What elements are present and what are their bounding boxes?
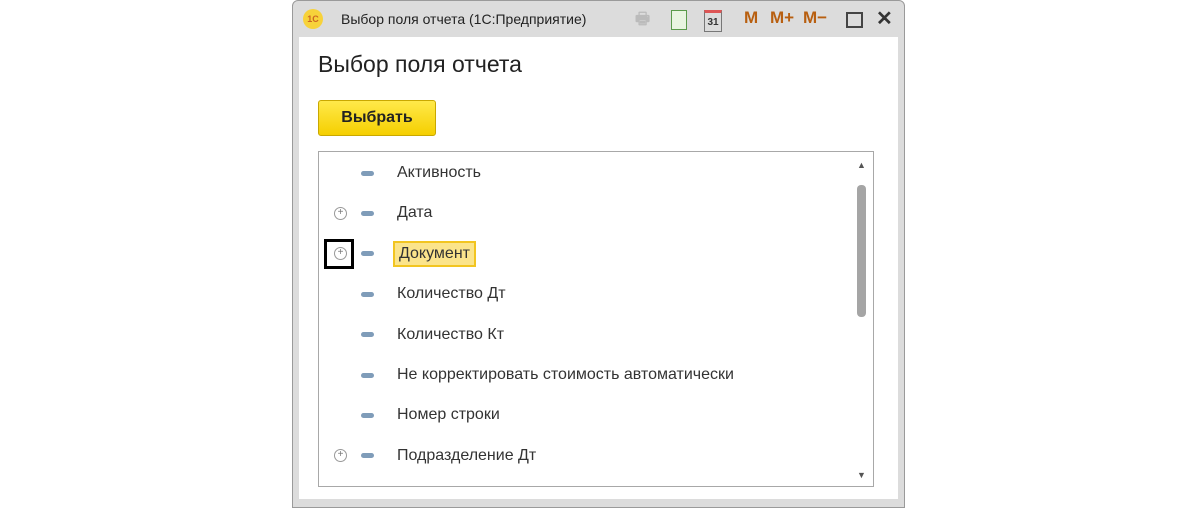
tree-item-label: Не корректировать стоимость автоматическ… [397,366,734,383]
memory-plus-button[interactable]: M+ [770,8,794,28]
1c-logo-icon: 1С [303,9,323,29]
page-title: Выбор поля отчета [318,51,522,77]
tree-item[interactable]: + Дата [319,198,849,228]
field-icon [361,412,374,418]
tree-item-label: Номер строки [397,406,500,424]
tree-item-label: Подразделение Дт [397,446,537,464]
tree-item[interactable]: + Документ [319,238,849,269]
tree-item[interactable]: Не корректировать стоимость автоматическ… [319,360,849,390]
field-icon [361,453,374,459]
tree-item-label: Количество Кт [397,325,505,343]
tree-item[interactable]: Количество Дт [319,279,849,309]
window-title: Выбор поля отчета (1С:Предприятие) [341,11,587,27]
close-icon[interactable]: ✕ [876,6,893,31]
field-icon [361,251,374,257]
field-icon [361,291,374,297]
field-icon [361,170,374,176]
expand-icon[interactable]: + [334,449,347,463]
print-icon[interactable]: 🖶 [635,8,650,35]
tree-item-label: Документ [393,240,476,267]
scroll-down-icon[interactable]: ▼ [857,470,866,480]
scroll-up-icon[interactable]: ▲ [857,160,866,170]
select-button[interactable]: Выбрать [318,100,436,136]
memory-minus-button[interactable]: M− [803,8,827,28]
field-icon [361,372,374,378]
maximize-icon[interactable] [846,12,863,28]
tree-item-label: Дата [397,204,433,222]
field-icon [361,210,374,216]
scrollbar-thumb[interactable] [857,185,866,317]
field-icon [361,332,374,338]
tree-item-label: Количество Дт [397,285,506,303]
calculator-icon[interactable] [671,10,687,30]
tree-item[interactable]: Количество Кт [319,320,849,350]
dialog-window: 1С Выбор поля отчета (1С:Предприятие) 🖶 … [292,0,905,508]
scrollbar[interactable]: ▲ ▼ [856,160,868,480]
tree-item-label: Активность [397,164,482,181]
tree-item[interactable]: Активность [319,158,849,188]
title-bar: 1С Выбор поля отчета (1С:Предприятие) 🖶 … [293,1,904,37]
expand-icon[interactable]: + [334,206,347,220]
tree-item[interactable]: Номер строки [319,400,849,430]
calendar-icon[interactable]: 31 [704,10,722,32]
tree-item[interactable]: + Подразделение Дт [319,441,849,471]
memory-button[interactable]: M [744,8,758,28]
field-tree[interactable]: Активность + Дата + Документ Количество Дт Кол… [318,151,874,487]
dialog-content: Выбор поля отчета Выбрать Активность + Дат… [299,37,898,499]
